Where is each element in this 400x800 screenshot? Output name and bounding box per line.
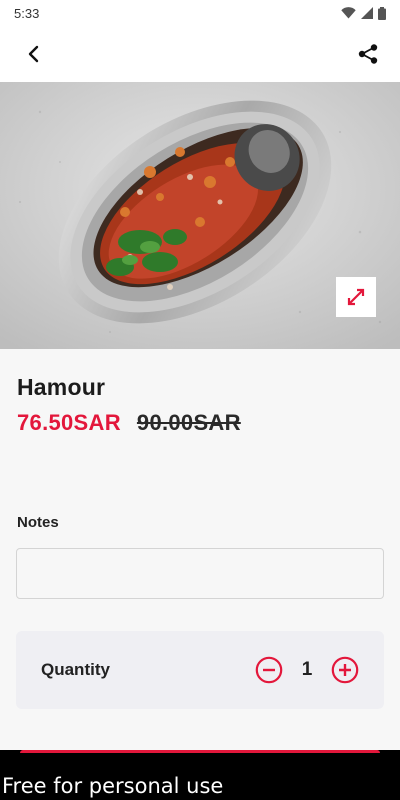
original-price: 90.00SAR [136, 410, 241, 435]
status-bar: 5:33 [0, 0, 400, 26]
wifi-icon [341, 7, 356, 19]
watermark-text: Free for personal use [2, 774, 224, 798]
status-time: 5:33 [14, 5, 40, 21]
bottom-overlay: Free for personal use [0, 750, 400, 800]
add-to-cart-button[interactable] [20, 750, 380, 753]
share-button[interactable] [354, 40, 382, 68]
current-price: 76.50SAR [17, 410, 121, 435]
decrease-quantity-button[interactable] [255, 656, 283, 684]
quantity-stepper: 1 [255, 656, 359, 684]
increase-quantity-button[interactable] [331, 656, 359, 684]
battery-icon [378, 6, 386, 20]
share-icon [358, 44, 378, 64]
notes-label: Notes [17, 514, 59, 531]
quantity-value: 1 [301, 659, 313, 680]
quantity-label: Quantity [41, 660, 110, 679]
minus-circle-icon [255, 656, 283, 684]
notes-input[interactable] [16, 548, 384, 599]
expand-icon [347, 288, 365, 306]
back-button[interactable] [20, 40, 48, 68]
product-image [0, 82, 400, 349]
price-row: 76.50SAR 90.00SAR [17, 410, 241, 436]
quantity-card: Quantity 1 [16, 631, 384, 709]
app-bar [0, 26, 400, 82]
cellular-signal-icon [361, 7, 373, 19]
status-icons [341, 6, 386, 20]
back-arrow-icon [28, 45, 39, 63]
expand-image-button[interactable] [336, 277, 376, 317]
plus-circle-icon [331, 656, 359, 684]
product-details: Hamour 76.50SAR 90.00SAR Notes Quantity … [0, 349, 400, 751]
product-name: Hamour [17, 374, 106, 400]
